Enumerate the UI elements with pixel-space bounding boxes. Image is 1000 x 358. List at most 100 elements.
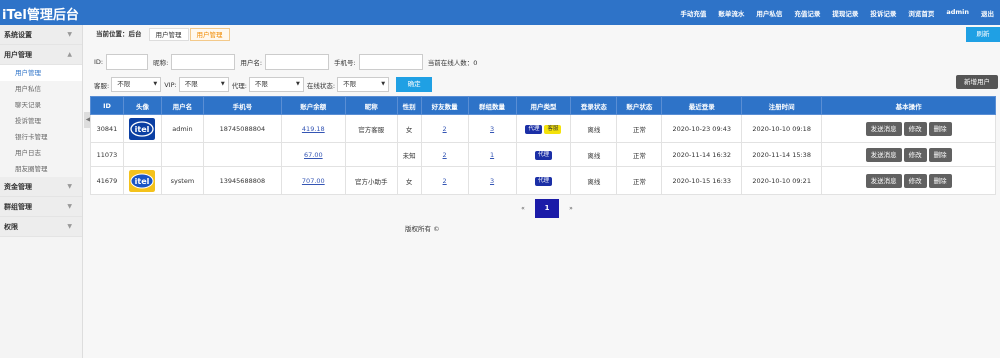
copyright-text: 版权所有 © [405,225,440,233]
balance-link[interactable]: 419.18 [302,125,325,133]
friends-link[interactable]: 2 [443,151,447,159]
chevron-down-icon: ▼ [67,203,72,210]
col-phone: 手机号 [202,96,282,115]
agent-badge: 代理 [525,124,543,134]
table-header-row: ID 头像 用户名 手机号 账户余额 昵称 性别 好友数量 群组数量 用户类型 … [90,96,996,115]
cell-id: 11073 [90,142,124,167]
cell-login-status: 离线 [570,142,618,167]
balance-link[interactable]: 67.00 [304,151,323,159]
avatar[interactable]: itel [129,169,156,192]
friends-link[interactable]: 2 [443,125,447,133]
cell-phone: 13945688808 [202,166,282,195]
cell-friends: 2 [420,166,469,195]
online-status-select[interactable]: 不限 ▼ [337,77,390,92]
groups-link[interactable]: 3 [490,125,494,133]
sidebar-item-bank-cards[interactable]: 银行卡管理 [0,129,82,145]
chevron-down-icon: ▼ [296,81,300,87]
cell-avatar: itel [122,114,162,143]
cell-account-status: 正常 [616,166,663,195]
sidebar-item-user-logs[interactable]: 用户日志 [0,145,82,161]
delete-button[interactable]: 删除 [928,173,952,188]
cell-gender: 未知 [396,142,422,167]
sidebar-item-complaints[interactable]: 投诉管理 [0,113,82,129]
nav-manual-recharge[interactable]: 手动充值 [680,8,706,18]
nav-logout[interactable]: 退出 [981,8,994,18]
edit-button[interactable]: 修改 [903,147,927,162]
friends-link[interactable]: 2 [443,177,447,185]
cell-nickname: 官方小助手 [344,166,398,195]
cell-registered: 2020-10-10 09:21 [741,166,823,195]
send-message-button[interactable]: 发送消息 [865,121,902,136]
sidebar-section-funds[interactable]: 资金管理 ▼ [0,177,82,197]
sidebar-item-user-messages[interactable]: 用户私信 [0,81,82,97]
refresh-button[interactable]: 刷新 [966,27,1000,42]
breadcrumb: 当前位置：后台 用户管理 用户管理 [92,27,231,42]
nav-user-messages[interactable]: 用户私信 [756,8,782,18]
nav-complaint-records[interactable]: 投诉记录 [870,8,896,18]
nav-bill-flow[interactable]: 账单流水 [718,8,744,18]
groups-link[interactable]: 1 [490,151,494,159]
cs-badge: 客服 [544,124,562,134]
chevron-down-icon: ▼ [153,81,158,87]
edit-button[interactable]: 修改 [903,121,927,136]
delete-button[interactable]: 删除 [928,121,952,136]
sidebar-item-moments[interactable]: 朋友圈管理 [0,161,82,177]
sidebar-section-groups[interactable]: 群组管理 ▼ [0,197,82,217]
breadcrumb-user-management[interactable]: 用户管理 [148,28,189,41]
page-1-button[interactable]: 1 [535,199,559,218]
cell-user-type: 代理 客服 [515,114,572,143]
vip-select[interactable]: 不限 ▼ [178,77,229,92]
phone-input[interactable] [358,54,423,70]
users-table: ID 头像 用户名 手机号 账户余额 昵称 性别 好友数量 群组数量 用户类型 … [90,96,996,195]
nav-recharge-records[interactable]: 充值记录 [794,8,820,18]
username-input[interactable] [265,54,330,70]
table-row: 11073 67.00 未知 2 1 代理 离线 正常 2020-11-14 1… [90,142,996,167]
agent-select[interactable]: 不限 ▼ [248,77,304,92]
cell-phone [202,142,282,167]
nav-browse-home[interactable]: 浏览首页 [908,8,934,18]
pagination: « 1 » [511,199,583,218]
sidebar: 系统设置 ▼ 用户管理 ▲ 用户管理 用户私信 聊天记录 投诉管理 银行卡管理 用户… [0,25,83,358]
add-user-button[interactable]: 新增用户 [956,75,998,89]
cell-actions: 发送消息 修改 删除 [821,114,996,143]
nav-withdraw-records[interactable]: 提现记录 [832,8,858,18]
online-count: 当前在线人数：0 [427,59,478,67]
delete-button[interactable]: 删除 [928,147,952,162]
sidebar-section-users[interactable]: 用户管理 ▲ [0,45,82,65]
nickname-label: 昵称: [153,59,169,67]
col-user-type: 用户类型 [515,96,572,115]
balance-link[interactable]: 707.00 [302,177,325,185]
cell-nickname: 官方客服 [344,114,398,143]
col-account-status: 账户状态 [616,96,663,115]
agent-label: 代理: [231,81,247,90]
sidebar-item-user-management[interactable]: 用户管理 [0,65,82,81]
cell-gender: 女 [396,166,422,195]
breadcrumb-current[interactable]: 用户管理 [189,28,230,41]
send-message-button[interactable]: 发送消息 [865,147,902,162]
next-page-button[interactable]: » [559,199,583,218]
phone-label: 手机号: [334,59,356,67]
vip-label: VIP: [164,80,177,89]
cell-balance: 67.00 [280,142,346,167]
nickname-input[interactable] [171,54,236,70]
prev-page-button[interactable]: « [511,199,535,218]
cell-account-status: 正常 [616,114,663,143]
groups-link[interactable]: 3 [490,177,494,185]
cell-registered: 2020-10-10 09:18 [741,114,823,143]
sidebar-section-permissions[interactable]: 权限 ▼ [0,217,82,237]
cell-phone: 18745088804 [202,114,282,143]
sidebar-section-system[interactable]: 系统设置 ▼ [0,25,82,45]
cell-groups: 1 [467,142,517,167]
filter-row-2: 客服: 不限 ▼ VIP: 不限 ▼ 代理: 不限 ▼ 在线状态: 不限 ▼ 确定 [94,77,433,92]
avatar[interactable]: itel [129,117,156,140]
confirm-button[interactable]: 确定 [396,77,433,92]
cs-select[interactable]: 不限 ▼ [111,77,162,92]
cell-id: 30841 [90,114,124,143]
edit-button[interactable]: 修改 [903,173,927,188]
nav-admin-user[interactable]: admin [946,8,969,18]
col-id: ID [90,96,124,115]
send-message-button[interactable]: 发送消息 [865,173,902,188]
sidebar-item-chat-records[interactable]: 聊天记录 [0,97,82,113]
id-input[interactable] [106,54,149,70]
cell-user-type: 代理 [515,142,572,167]
